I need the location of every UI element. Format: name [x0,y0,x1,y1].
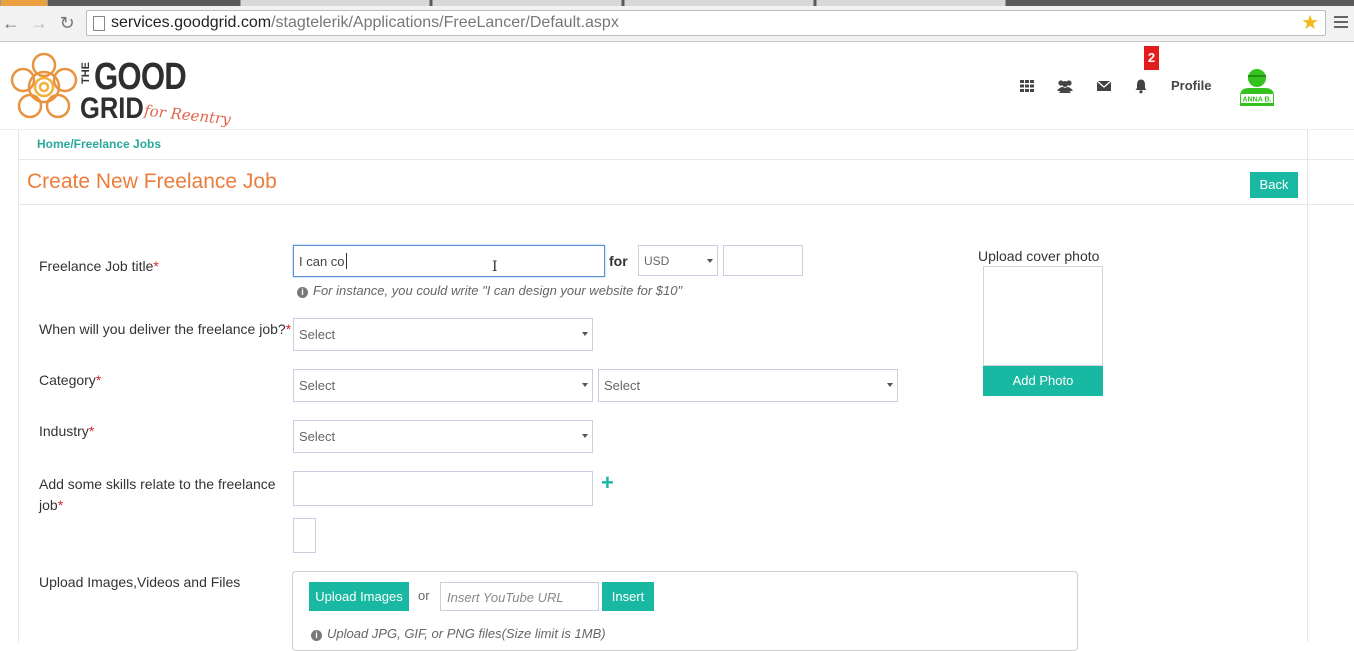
for-label: for [609,253,628,269]
address-bar-row: ← → ↻ services.goodgrid.com/stagtelerik/… [0,6,1354,42]
forward-arrow-icon[interactable]: → [30,14,48,32]
industry-value: Select [299,429,336,444]
category-value: Select [299,378,336,393]
deliver-label: When will you deliver the freelance job?… [39,321,291,337]
bookmark-star-icon[interactable]: ★ [1301,11,1319,35]
job-title-input[interactable]: I can co [293,245,605,277]
logo-grid-text: GRID [80,92,144,125]
category-label: Category* [39,372,101,388]
job-title-hint: i For instance, you could write "I can de… [297,283,682,298]
deliver-value: Select [299,327,336,342]
required-marker: * [285,321,292,337]
upload-hint: i Upload JPG, GIF, or PNG files(Size limi… [311,626,606,641]
currency-value: USD [644,254,670,268]
required-marker: * [88,423,95,439]
required-marker: * [57,497,64,513]
deliver-label-text: When will you deliver the freelance job? [39,321,286,337]
ibeam-cursor-icon: I [492,259,498,275]
skills-label-line2: job [39,497,58,513]
chevron-down-icon [887,383,893,387]
avatar-person-icon: ANNA B. [1240,69,1274,106]
page-title: Create New Freelance Job [27,170,277,193]
subcategory-value: Select [604,378,641,393]
required-marker: * [153,258,159,274]
add-skill-plus-icon[interactable]: + [601,470,614,496]
add-photo-button[interactable]: Add Photo [983,366,1103,396]
flower-logo-icon [10,52,78,119]
deliver-select[interactable]: Select [293,318,593,351]
chevron-down-icon [582,332,588,336]
youtube-url-input[interactable]: Insert YouTube URL [440,582,599,611]
industry-label: Industry* [39,423,94,439]
reload-icon[interactable]: ↻ [58,14,76,32]
bell-icon[interactable] [1132,78,1150,94]
cover-photo-preview [983,266,1103,366]
page-icon [93,16,105,31]
url-path: /stagtelerik/Applications/FreeLancer/Def… [271,14,619,31]
browser-menu-icon[interactable] [1334,16,1348,31]
back-button[interactable]: Back [1250,172,1298,198]
user-avatar[interactable]: ANNA B. [1237,66,1277,106]
profile-link[interactable]: Profile [1171,78,1211,93]
chevron-down-icon [707,259,713,263]
or-label: or [418,588,430,603]
apps-grid-icon[interactable] [1018,78,1036,94]
job-title-value: I can co [299,254,345,269]
site-logo[interactable]: THE GOOD GRID for Reentry [10,50,232,129]
breadcrumb-bar-right [1308,130,1354,160]
currency-select[interactable]: USD [638,245,718,276]
insert-button[interactable]: Insert [602,582,654,611]
site-header: THE GOOD GRID for Reentry 2 Profile ANNA… [0,42,1354,130]
avatar-name-label: ANNA B. [1243,97,1272,104]
skills-label: Add some skills relate to the freelance j… [39,474,276,516]
url-field[interactable]: services.goodgrid.com/stagtelerik/Applic… [86,10,1326,36]
job-title-hint-text: For instance, you could write "I can des… [313,283,683,298]
skills-input[interactable] [293,471,593,506]
category-label-text: Category [39,372,96,388]
youtube-url-placeholder: Insert YouTube URL [447,590,564,605]
job-title-label: Freelance Job title* [39,258,159,274]
skills-tag-box [293,518,316,553]
chevron-down-icon [582,383,588,387]
title-bar-right [1308,160,1354,205]
url-text: services.goodgrid.com/stagtelerik/Applic… [111,14,619,32]
info-icon: i [311,630,322,641]
required-marker: * [95,372,102,388]
job-title-label-text: Freelance Job title [39,258,154,274]
upload-hint-text: Upload JPG, GIF, or PNG files(Size limit… [327,626,606,641]
logo-good-text: GOOD [94,56,187,98]
back-arrow-icon[interactable]: ← [2,14,20,32]
industry-select[interactable]: Select [293,420,593,453]
url-host: services.goodgrid.com [111,14,272,31]
breadcrumb-bar: Home/Freelance Jobs [18,130,1308,160]
price-input[interactable] [723,245,803,276]
cover-photo-label: Upload cover photo [978,248,1100,264]
breadcrumb[interactable]: Home/Freelance Jobs [37,137,161,151]
logo-tagline: for Reentry [143,101,232,129]
subcategory-select[interactable]: Select [598,369,898,402]
upload-label: Upload Images,Videos and Files [39,574,241,590]
category-select[interactable]: Select [293,369,593,402]
text-caret [346,253,347,269]
title-bar: Create New Freelance Job Back [18,160,1308,205]
chevron-down-icon [582,434,588,438]
info-icon: i [297,287,308,298]
upload-images-button[interactable]: Upload Images [309,582,409,611]
envelope-icon[interactable] [1095,78,1113,94]
industry-label-text: Industry [39,423,89,439]
skills-label-line1: Add some skills relate to the freelance [39,476,276,492]
notification-badge[interactable]: 2 [1144,46,1159,70]
logo-the-text: THE [80,62,92,84]
users-icon[interactable] [1056,78,1074,94]
